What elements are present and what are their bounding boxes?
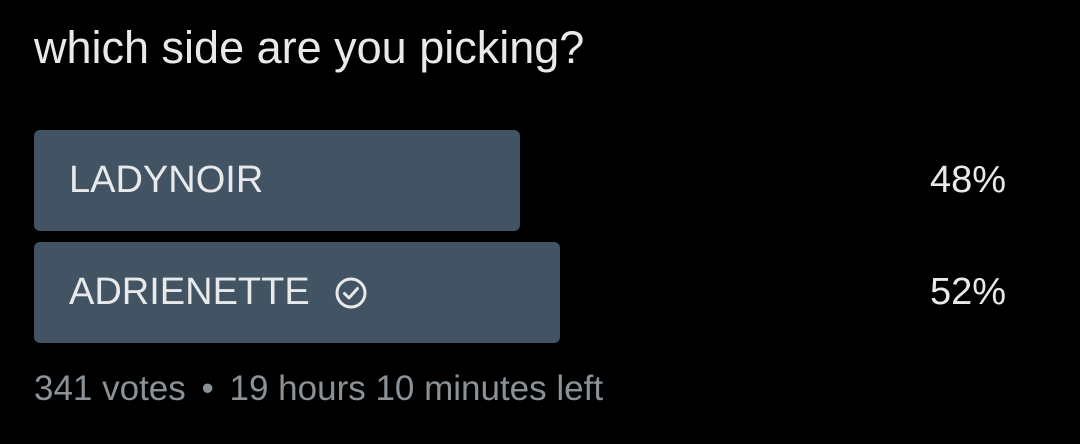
poll-option-percent: 52%: [929, 271, 1006, 313]
time-left: 19 hours 10 minutes left: [229, 369, 604, 408]
poll-options: LADYNOIR 48% ADRIENETTE 52%: [34, 130, 1046, 354]
vote-count: 341 votes: [34, 369, 186, 408]
poll-option-text: LADYNOIR: [69, 159, 264, 201]
poll-option-percent: 48%: [929, 159, 1006, 201]
poll-option-label: ADRIENETTE: [69, 242, 368, 343]
meta-separator: •: [201, 369, 214, 408]
check-circle-icon: [334, 276, 368, 310]
poll-option-adrienette[interactable]: ADRIENETTE 52%: [34, 242, 1046, 343]
poll-question: which side are you picking?: [34, 22, 585, 73]
poll-option-label: LADYNOIR: [69, 130, 263, 231]
poll-option-text: ADRIENETTE: [69, 271, 310, 313]
poll-option-ladynoir[interactable]: LADYNOIR 48%: [34, 130, 1046, 231]
poll-meta: 341 votes • 19 hours 10 minutes left: [34, 366, 603, 412]
